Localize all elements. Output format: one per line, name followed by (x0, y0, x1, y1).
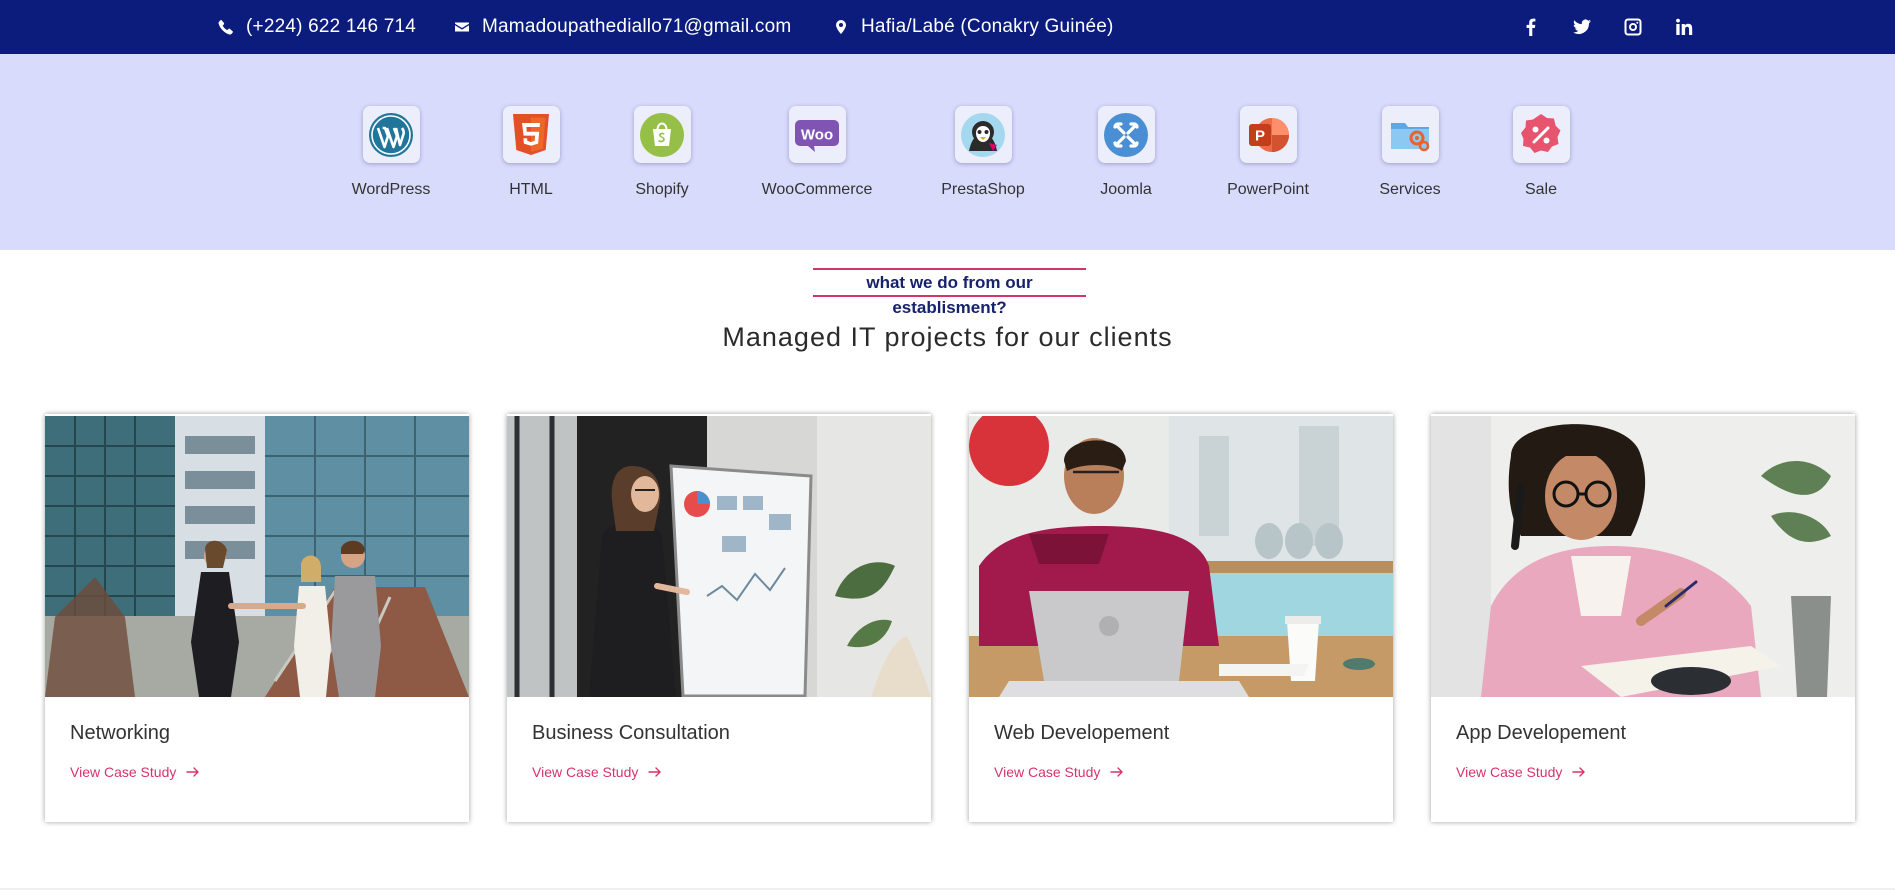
phone-icon (218, 19, 234, 35)
phone-text: (+224) 622 146 714 (246, 16, 416, 37)
case-study-card-app-developement[interactable]: App Developement View Case Study (1431, 414, 1855, 822)
linkedin-icon[interactable] (1669, 0, 1699, 54)
sale-percent-icon (1512, 106, 1570, 163)
tech-shopify[interactable]: Shopify (602, 106, 722, 199)
tech-label: HTML (509, 181, 553, 198)
shopify-icon (633, 106, 691, 163)
tech-label: Joomla (1100, 181, 1152, 198)
tech-label: Sale (1524, 181, 1558, 198)
case-study-card-web-developement[interactable]: Web Developement View Case Study (969, 414, 1393, 822)
html5-icon (502, 106, 560, 163)
arrow-right-icon (1110, 765, 1124, 779)
services-folder-icon (1381, 106, 1439, 163)
link-label: View Case Study (532, 764, 639, 780)
tech-sale[interactable]: Sale (1481, 106, 1601, 199)
technology-strip: WordPress HTML Shopify Woo WooCommerce P… (0, 54, 1895, 250)
tech-label: WooCommerce (761, 181, 873, 198)
wordpress-icon (362, 106, 420, 163)
card-title: Networking (70, 722, 171, 744)
tech-powerpoint[interactable]: P PowerPoint (1208, 106, 1328, 199)
prestashop-icon (954, 106, 1012, 163)
link-label: View Case Study (994, 764, 1101, 780)
email-text: Mamadoupathediallo71@gmail.com (482, 16, 792, 37)
woman-phone-notes-photo (1431, 416, 1855, 697)
card-title: Web Developement (994, 722, 1170, 744)
svg-text:Woo: Woo (801, 126, 833, 143)
arrow-right-icon (1572, 765, 1586, 779)
joomla-icon (1097, 106, 1155, 163)
tech-label: PrestaShop (941, 181, 1025, 198)
tech-label: Shopify (635, 181, 689, 198)
map-pin-icon (833, 19, 849, 35)
view-case-study-link[interactable]: View Case Study (1456, 764, 1586, 780)
view-case-study-link[interactable]: View Case Study (994, 764, 1124, 780)
card-title: App Developement (1456, 722, 1627, 744)
email-contact[interactable]: Mamadoupathediallo71@gmail.com (454, 0, 791, 54)
svg-text:P: P (1255, 127, 1265, 144)
section-eyebrow: what we do from our establisment? (813, 268, 1086, 317)
tech-label: PowerPoint (1227, 181, 1309, 198)
woocommerce-icon: Woo (788, 106, 846, 163)
link-label: View Case Study (70, 764, 177, 780)
instagram-icon[interactable] (1618, 0, 1648, 54)
laptop-cafe-photo (969, 416, 1393, 697)
link-label: View Case Study (1456, 764, 1563, 780)
tech-services[interactable]: Services (1350, 106, 1470, 199)
twitter-icon[interactable] (1567, 0, 1597, 54)
section-divider (0, 888, 1895, 890)
arrow-right-icon (186, 765, 200, 779)
tech-label: Services (1379, 181, 1441, 198)
phone-contact[interactable]: (+224) 622 146 714 (218, 0, 416, 54)
case-study-card-business-consultation[interactable]: Business Consultation View Case Study (507, 414, 931, 822)
tech-wordpress[interactable]: WordPress (331, 106, 451, 199)
top-contact-bar: (+224) 622 146 714 Mamadoupathediallo71@… (0, 0, 1895, 54)
location-contact: Hafia/Labé (Conakry Guinée) (833, 0, 1114, 54)
tech-label: WordPress (351, 181, 431, 198)
tech-joomla[interactable]: Joomla (1066, 106, 1186, 199)
view-case-study-link[interactable]: View Case Study (70, 764, 200, 780)
case-study-card-networking[interactable]: Networking View Case Study (45, 414, 469, 822)
tech-html[interactable]: HTML (471, 106, 591, 199)
location-text: Hafia/Labé (Conakry Guinée) (861, 16, 1114, 37)
tech-prestashop[interactable]: PrestaShop (923, 106, 1043, 199)
facebook-icon[interactable] (1516, 0, 1546, 54)
envelope-icon (454, 19, 470, 35)
arrow-right-icon (648, 765, 662, 779)
whiteboard-presentation-photo (507, 416, 931, 697)
card-title: Business Consultation (532, 722, 730, 744)
tech-woocommerce[interactable]: Woo WooCommerce (757, 106, 877, 199)
business-handshake-photo (45, 416, 469, 697)
view-case-study-link[interactable]: View Case Study (532, 764, 662, 780)
section-title: Managed IT projects for our clients (722, 322, 1173, 352)
powerpoint-icon: P (1239, 106, 1297, 163)
